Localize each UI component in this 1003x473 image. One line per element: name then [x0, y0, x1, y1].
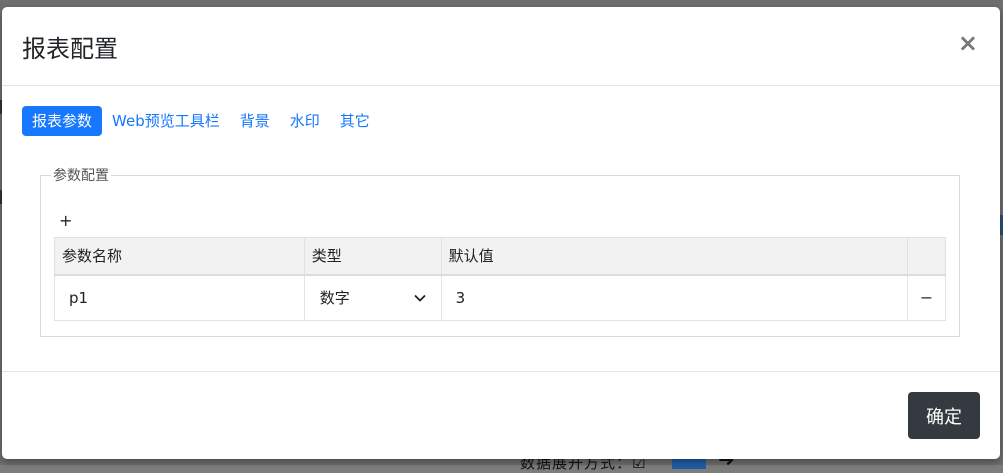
column-header-type: 类型 — [303, 237, 442, 276]
param-default-cell — [440, 274, 909, 321]
tab-other[interactable]: 其它 — [330, 106, 380, 136]
chevron-down-icon — [413, 291, 426, 305]
column-header-name: 参数名称 — [54, 237, 305, 276]
param-name-input[interactable] — [62, 288, 297, 307]
table-row: 数字 − — [54, 274, 946, 321]
close-icon[interactable]: × — [958, 31, 978, 55]
param-type-value: 数字 — [319, 289, 350, 308]
confirm-button[interactable]: 确定 — [908, 392, 980, 439]
tab-bar: 报表参数 Web预览工具栏 背景 水印 其它 — [22, 106, 380, 136]
dialog-footer: 确定 — [2, 371, 1000, 459]
tab-web-toolbar[interactable]: Web预览工具栏 — [102, 106, 230, 136]
add-param-button[interactable]: + — [59, 213, 72, 229]
dialog-body: 报表参数 Web预览工具栏 背景 水印 其它 参数配置 + 参数名称 类型 默认… — [2, 86, 1000, 371]
params-legend: 参数配置 — [53, 168, 109, 184]
param-default-input[interactable] — [448, 288, 900, 307]
column-header-default: 默认值 — [440, 237, 909, 276]
param-name-cell — [54, 274, 305, 321]
dialog-title: 报表配置 — [22, 35, 118, 63]
params-fieldset: 参数配置 + 参数名称 类型 默认值 p1 数字 3 − — [40, 165, 960, 337]
param-type-select[interactable]: 数字 — [312, 287, 434, 308]
column-header-actions — [907, 237, 946, 276]
param-type-cell: 数字 — [303, 274, 442, 321]
remove-param-button[interactable]: − — [915, 288, 938, 307]
tab-report-params[interactable]: 报表参数 — [22, 106, 103, 136]
dialog-header: 报表配置 × — [2, 7, 1000, 86]
params-table: 参数名称 类型 默认值 数字 — [54, 237, 946, 321]
tab-background[interactable]: 背景 — [230, 106, 280, 136]
param-actions-cell: − — [907, 274, 946, 321]
report-config-dialog: 报表配置 × 报表参数 Web预览工具栏 背景 水印 其它 参数配置 + 参数名… — [2, 7, 1000, 459]
tab-watermark[interactable]: 水印 — [280, 106, 330, 136]
table-header-row: 参数名称 类型 默认值 — [54, 237, 946, 276]
